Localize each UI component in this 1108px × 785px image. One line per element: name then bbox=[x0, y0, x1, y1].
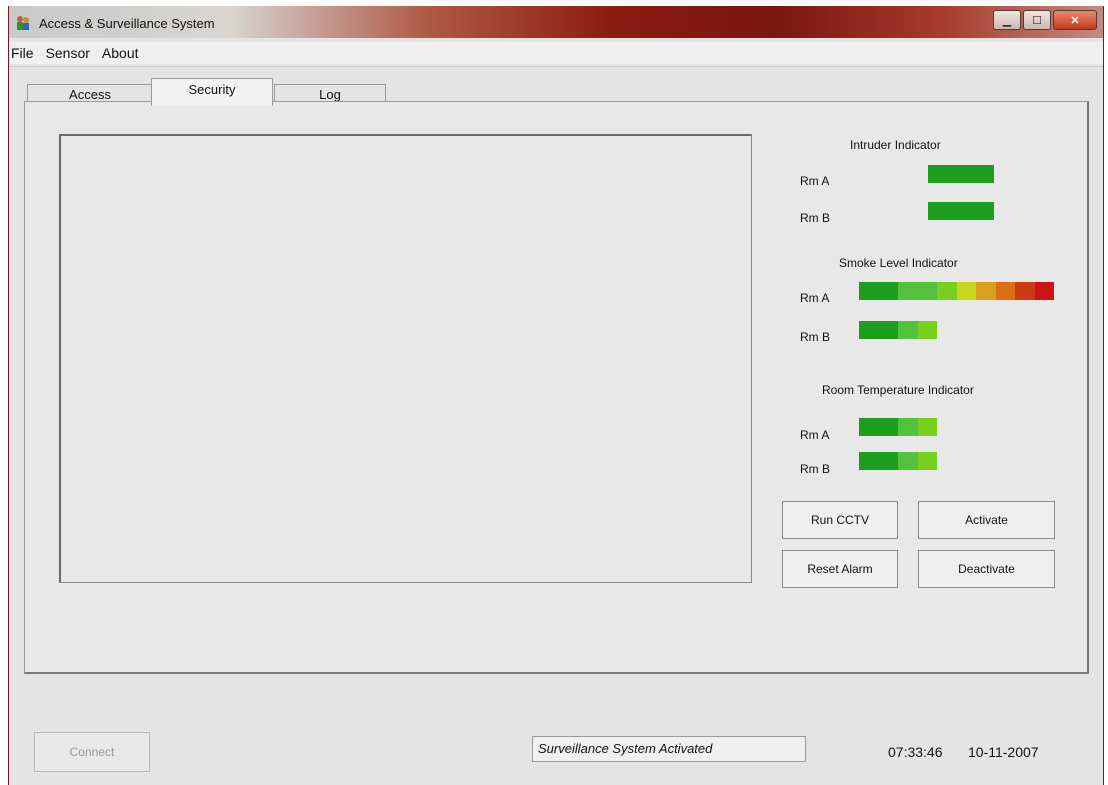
level-segment bbox=[1015, 282, 1035, 300]
level-segment bbox=[995, 282, 1015, 300]
status-date: 10-11-2007 bbox=[968, 744, 1039, 760]
connect-button[interactable]: Connect bbox=[34, 732, 150, 772]
level-segment bbox=[917, 452, 937, 470]
run-cctv-button[interactable]: Run CCTV bbox=[782, 501, 898, 539]
smoke-room-b-label: Rm B bbox=[800, 330, 830, 344]
level-segment bbox=[859, 418, 879, 436]
level-segment bbox=[878, 321, 898, 339]
level-segment bbox=[878, 452, 898, 470]
smoke-indicator-title: Smoke Level Indicator bbox=[839, 256, 958, 270]
level-segment bbox=[859, 452, 879, 470]
intruder-indicator-title: Intruder Indicator bbox=[850, 138, 941, 152]
level-segment bbox=[859, 282, 879, 300]
intruder-room-a-label: Rm A bbox=[800, 174, 830, 188]
level-segment bbox=[898, 282, 918, 300]
activate-button[interactable]: Activate bbox=[918, 501, 1055, 539]
close-icon[interactable]: ✕ bbox=[1053, 10, 1097, 30]
level-segment bbox=[917, 418, 937, 436]
level-segment bbox=[878, 282, 898, 300]
menu-sensor[interactable]: Sensor bbox=[40, 45, 96, 61]
tab-security[interactable]: Security bbox=[151, 78, 273, 106]
temperature-room-a-label: Rm A bbox=[800, 428, 830, 442]
menu-divider bbox=[9, 66, 1103, 67]
intruder-room-b-label: Rm B bbox=[800, 211, 830, 225]
temperature-indicator-title: Room Temperature Indicator bbox=[822, 383, 974, 397]
menu-file[interactable]: File bbox=[9, 45, 40, 61]
smoke-room-b-bar bbox=[859, 321, 937, 339]
status-message: Surveillance System Activated bbox=[532, 736, 806, 762]
minimize-icon[interactable]: ▁ bbox=[993, 10, 1021, 30]
intruder-room-b-bar bbox=[928, 202, 994, 220]
level-segment bbox=[928, 202, 994, 220]
temperature-room-b-label: Rm B bbox=[800, 462, 830, 476]
deactivate-button[interactable]: Deactivate bbox=[918, 550, 1055, 588]
temperature-room-b-bar bbox=[859, 452, 937, 470]
status-time: 07:33:46 bbox=[888, 744, 943, 760]
level-segment bbox=[898, 321, 918, 339]
security-panel: Intruder Indicator Rm A Rm B Smoke Level… bbox=[24, 101, 1089, 674]
level-segment bbox=[937, 282, 957, 300]
maximize-icon[interactable]: ☐ bbox=[1023, 10, 1051, 30]
level-segment bbox=[898, 452, 918, 470]
level-segment bbox=[917, 282, 937, 300]
title-bar[interactable]: Access & Surveillance System ▁ ☐ ✕ bbox=[9, 6, 1103, 38]
level-segment bbox=[859, 321, 879, 339]
app-icon bbox=[17, 16, 29, 30]
level-segment bbox=[917, 321, 937, 339]
level-segment bbox=[1034, 282, 1054, 300]
intruder-room-a-bar bbox=[928, 165, 994, 183]
temperature-room-a-bar bbox=[859, 418, 937, 436]
level-segment bbox=[956, 282, 976, 300]
level-segment bbox=[928, 165, 994, 183]
window-controls: ▁ ☐ ✕ bbox=[993, 10, 1097, 30]
menu-about[interactable]: About bbox=[96, 45, 145, 61]
menu-bar: File Sensor About bbox=[9, 42, 1103, 64]
level-segment bbox=[976, 282, 996, 300]
cctv-view bbox=[59, 134, 752, 583]
reset-alarm-button[interactable]: Reset Alarm bbox=[782, 550, 898, 588]
smoke-room-a-label: Rm A bbox=[800, 291, 830, 305]
level-segment bbox=[898, 418, 918, 436]
smoke-room-a-bar bbox=[859, 282, 1054, 300]
window-title: Access & Surveillance System bbox=[39, 16, 215, 31]
app-window: Access & Surveillance System ▁ ☐ ✕ File … bbox=[8, 6, 1104, 785]
level-segment bbox=[878, 418, 898, 436]
